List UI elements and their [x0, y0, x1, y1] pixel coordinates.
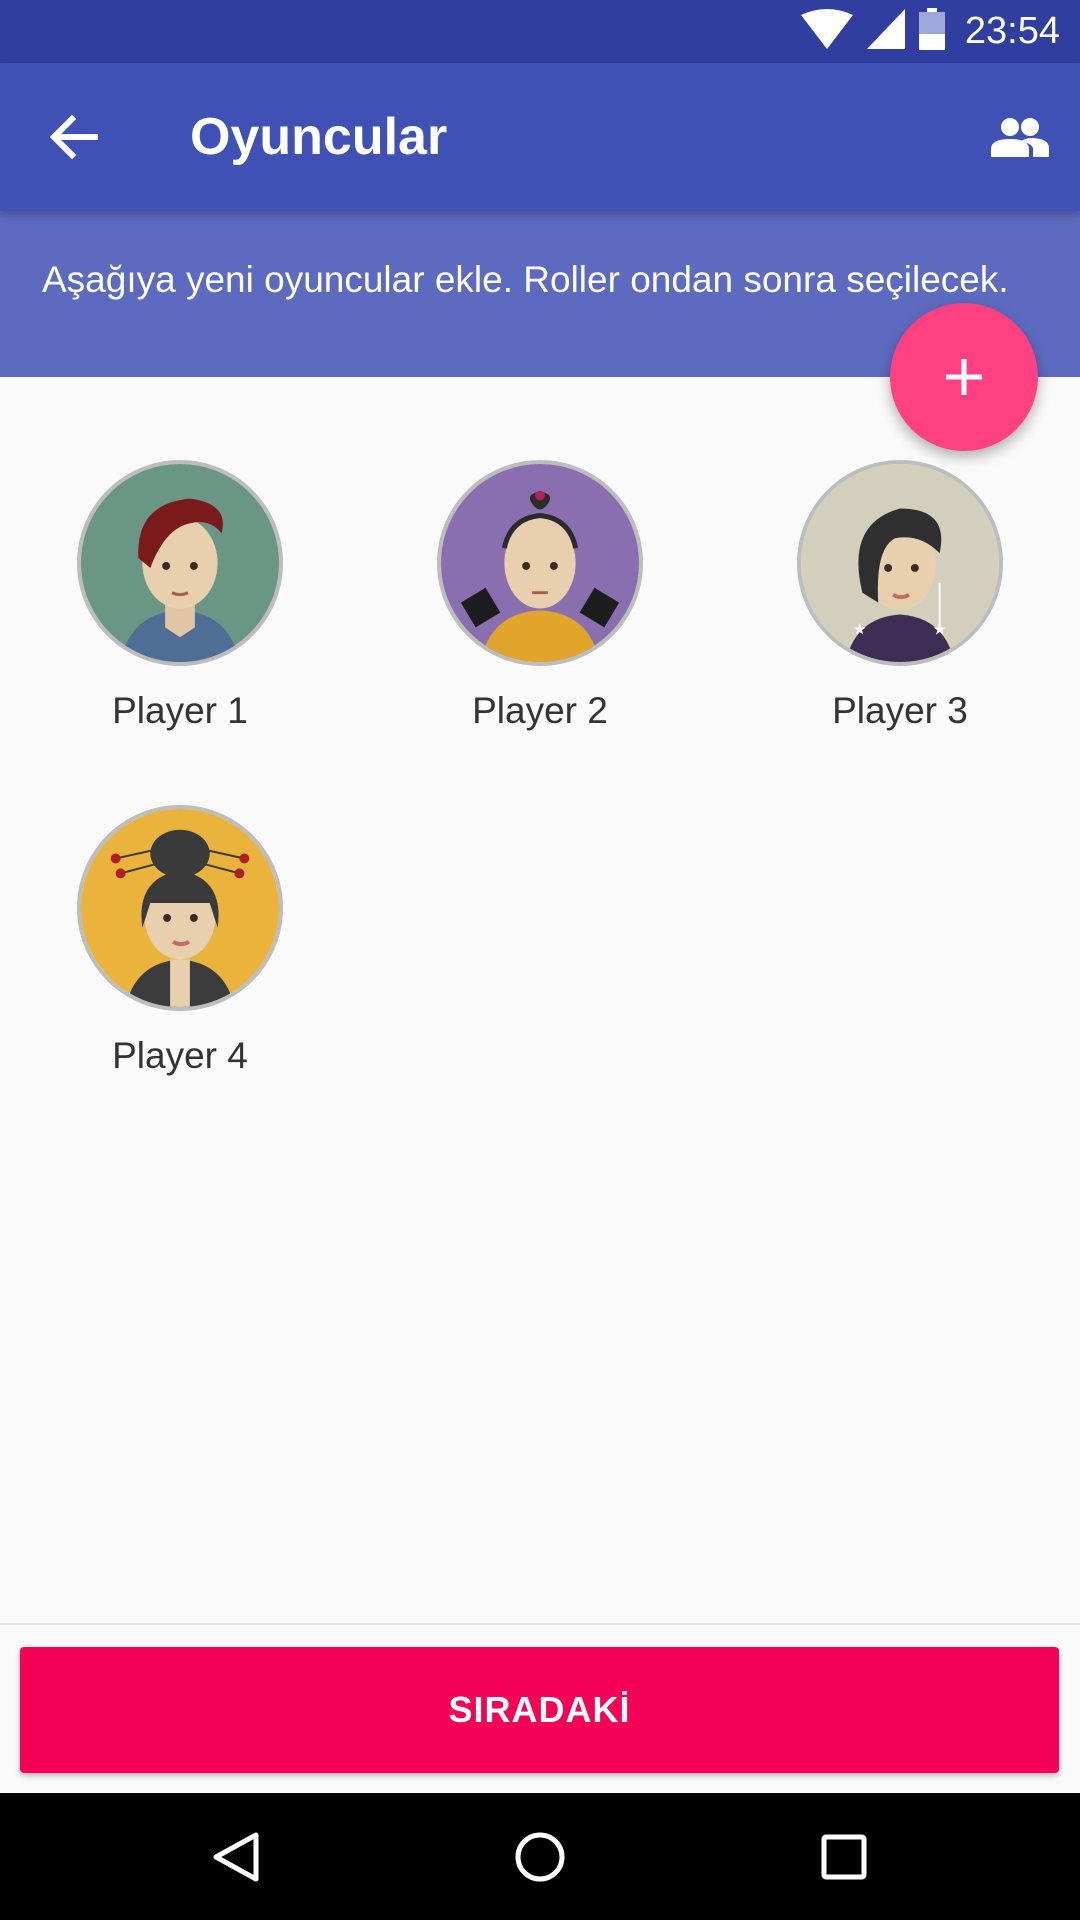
avatar — [77, 460, 283, 666]
player-name: Player 3 — [832, 690, 968, 731]
back-triangle-icon — [213, 1832, 259, 1882]
app-bar: Oyuncular — [0, 63, 1080, 211]
system-nav-bar — [0, 1793, 1080, 1920]
svg-text:★: ★ — [933, 621, 947, 638]
avatar: ★ ★ — [797, 460, 1003, 666]
status-icons: 23:54 — [800, 0, 1060, 63]
players-button[interactable] — [982, 103, 1058, 171]
nav-recents-button[interactable] — [806, 1819, 882, 1895]
signal-icon — [866, 9, 905, 54]
arrow-back-icon — [50, 115, 98, 159]
recents-square-icon — [821, 1834, 867, 1880]
banner-text: Aşağıya yeni oyuncular ekle. Roller onda… — [42, 259, 1009, 300]
player-name: Player 2 — [472, 690, 608, 731]
plus-icon — [946, 359, 982, 395]
player-card-2[interactable]: Player 2 — [390, 460, 690, 732]
next-button[interactable]: SIRADAKİ — [20, 1647, 1059, 1773]
player-card-1[interactable]: Player 1 — [30, 460, 330, 732]
battery-icon — [918, 8, 945, 55]
wifi-icon — [800, 9, 853, 54]
home-circle-icon — [515, 1832, 565, 1882]
player-name: Player 1 — [112, 690, 248, 731]
nav-back-button[interactable] — [198, 1819, 274, 1895]
add-player-button[interactable] — [890, 303, 1038, 451]
people-icon — [991, 118, 1049, 157]
page-title: Oyuncular — [190, 108, 448, 166]
status-bar: 23:54 — [0, 0, 1080, 63]
avatar — [437, 460, 643, 666]
divider — [0, 1623, 1080, 1625]
svg-text:★: ★ — [852, 621, 866, 638]
player-name: Player 4 — [112, 1035, 248, 1076]
status-time: 23:54 — [964, 10, 1060, 52]
player-card-4[interactable]: Player 4 — [30, 805, 330, 1077]
nav-home-button[interactable] — [502, 1819, 578, 1895]
avatar — [77, 805, 283, 1011]
back-button[interactable] — [40, 103, 108, 171]
player-card-3[interactable]: ★ ★ Player 3 — [750, 460, 1050, 732]
